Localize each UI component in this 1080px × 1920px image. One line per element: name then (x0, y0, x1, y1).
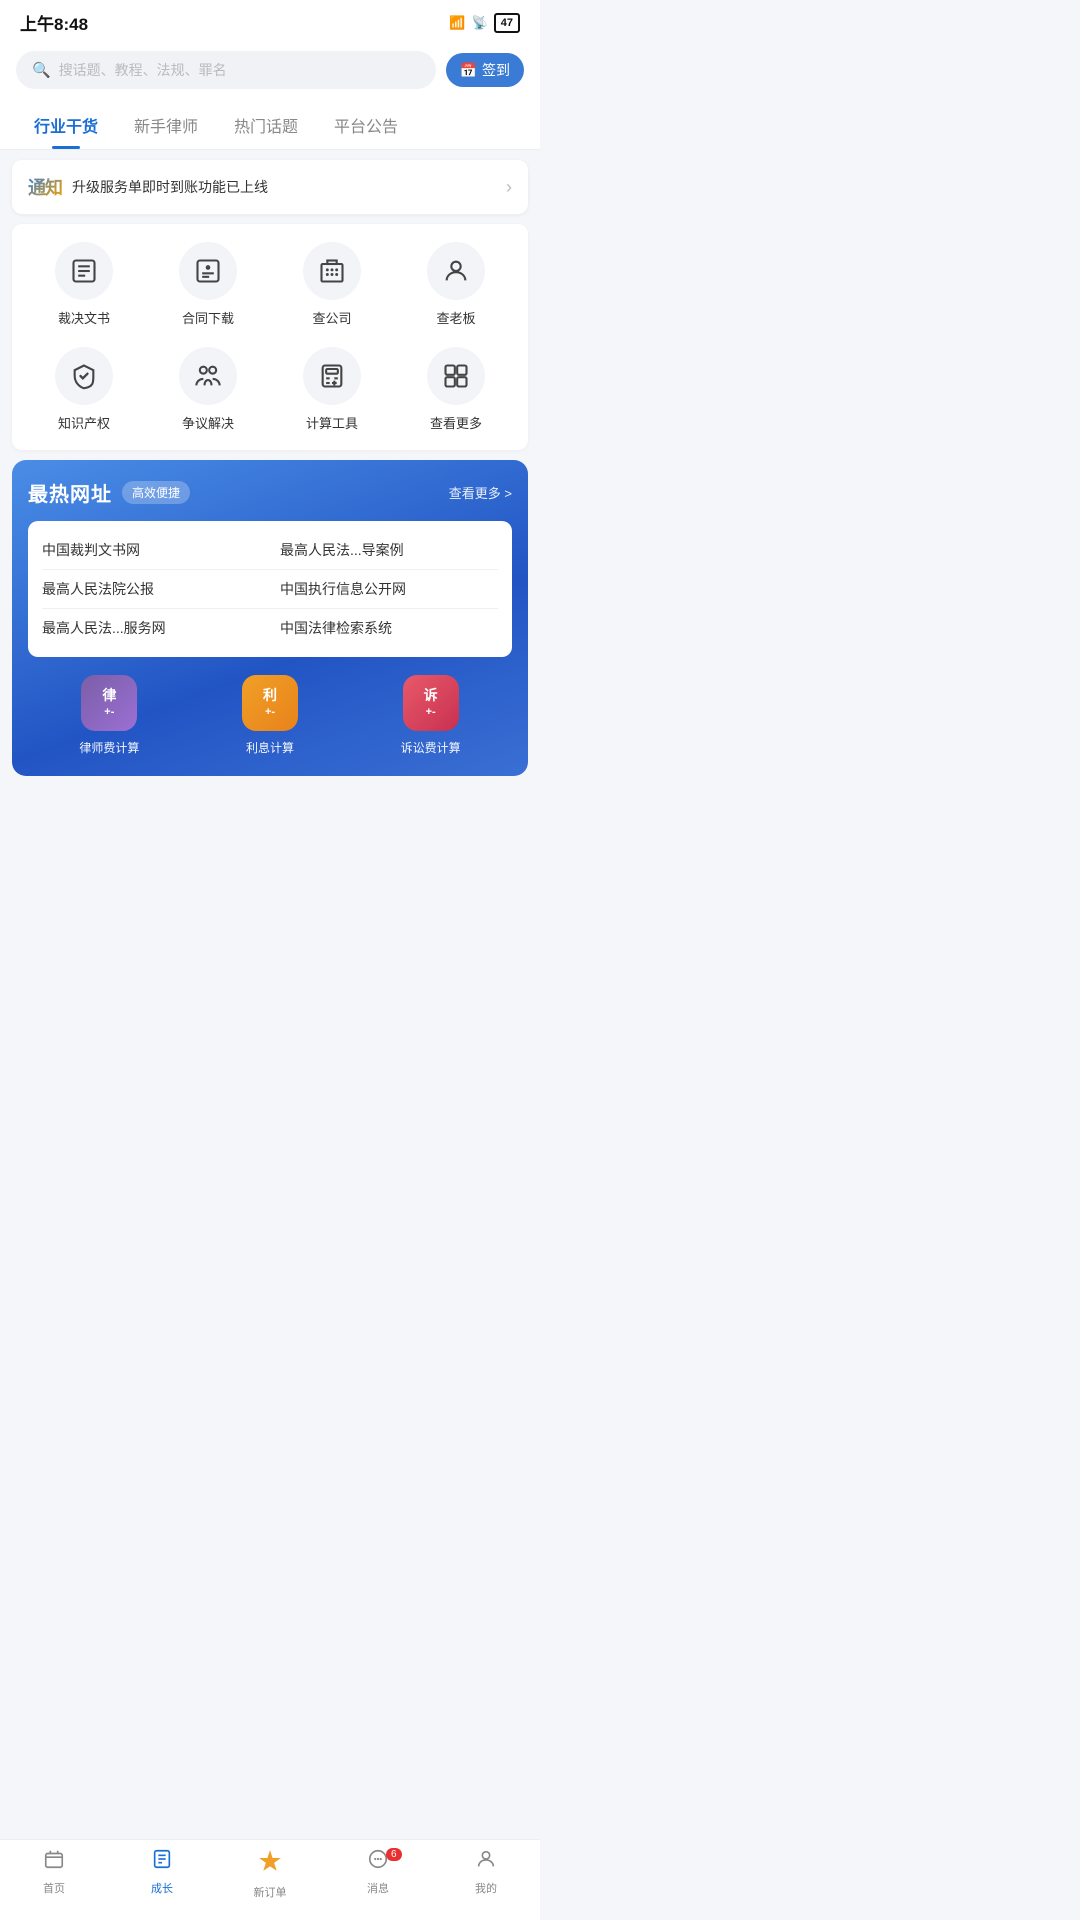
search-area: 🔍 搜话题、教程、法规、罪名 📅 签到 (0, 41, 540, 101)
growth-icon (151, 1848, 173, 1876)
litigation-icon: 诉+- (403, 675, 459, 731)
nav-neworder[interactable]: 新订单 (216, 1848, 324, 1900)
nav-message[interactable]: 6 消息 (324, 1848, 432, 1900)
battery-indicator: 47 (494, 13, 520, 33)
hot-more-link[interactable]: 查看更多 > (449, 483, 512, 502)
litigation-label: 诉讼费计算 (401, 739, 461, 756)
hot-link-law-search[interactable]: 中国法律检索系统 (260, 618, 498, 638)
grid-item-company[interactable]: 查公司 (270, 242, 394, 327)
hot-badge: 高效便捷 (122, 481, 190, 504)
neworder-label: 新订单 (254, 1884, 287, 1900)
company-label: 查公司 (312, 308, 351, 327)
calculator-icon (303, 347, 361, 405)
ipr-label: 知识产权 (58, 413, 110, 432)
neworder-icon (257, 1848, 283, 1880)
boss-icon (427, 242, 485, 300)
calc-lawyer-fee[interactable]: 律+- 律师费计算 (79, 675, 139, 756)
grid-item-dispute[interactable]: 争议解决 (146, 347, 270, 432)
contract-label: 合同下载 (182, 308, 234, 327)
wifi-icon: 📡 (472, 15, 488, 31)
status-time: 上午8:48 (20, 10, 88, 35)
tab-hot-topics[interactable]: 热门话题 (216, 101, 316, 149)
signal-icon: 📶 (449, 15, 465, 31)
calculator-label: 计算工具 (306, 413, 358, 432)
notice-banner[interactable]: 通知 升级服务单即时到账功能已上线 › (12, 160, 528, 214)
lawyer-fee-icon: 律+- (81, 675, 137, 731)
tabs-area: 行业干货 新手律师 热门话题 平台公告 (0, 101, 540, 150)
hot-link-service-net[interactable]: 最高人民法...服务网 (42, 618, 260, 638)
lawyer-fee-label: 律师费计算 (79, 739, 139, 756)
search-icon: 🔍 (32, 61, 51, 79)
hot-link-row-1: 最高人民法院公报 中国执行信息公开网 (42, 570, 498, 609)
hot-title: 最热网址 (28, 478, 112, 507)
hot-header: 最热网址 高效便捷 查看更多 > (28, 478, 512, 507)
hot-link-row-0: 中国裁判文书网 最高人民法...导案例 (42, 531, 498, 570)
grid-item-verdict[interactable]: 裁决文书 (22, 242, 146, 327)
company-icon (303, 242, 361, 300)
calc-litigation[interactable]: 诉+- 诉讼费计算 (401, 675, 461, 756)
checkin-icon: 📅 (460, 62, 477, 79)
grid-item-boss[interactable]: 查老板 (394, 242, 518, 327)
hot-link-row-2: 最高人民法...服务网 中国法律检索系统 (42, 609, 498, 647)
hot-link-supreme-case[interactable]: 最高人民法...导案例 (260, 540, 498, 560)
status-icons: 📶 📡 47 (449, 13, 520, 33)
grid-item-calculator[interactable]: 计算工具 (270, 347, 394, 432)
grid-item-ipr[interactable]: 知识产权 (22, 347, 146, 432)
tab-industry[interactable]: 行业干货 (16, 101, 116, 149)
function-grid: 裁决文书 合同下载 (12, 224, 528, 450)
checkin-label: 签到 (482, 60, 510, 80)
ipr-icon (55, 347, 113, 405)
notice-text: 升级服务单即时到账功能已上线 (72, 177, 496, 197)
nav-growth[interactable]: 成长 (108, 1848, 216, 1900)
home-icon (43, 1848, 65, 1876)
bottom-nav: 首页 成长 新订单 6 消 (0, 1839, 540, 1920)
calculators-row: 律+- 律师费计算 利+- 利息计算 诉+- 诉讼费计算 (28, 671, 512, 760)
mine-label: 我的 (475, 1880, 497, 1896)
growth-label: 成长 (151, 1880, 173, 1896)
hot-link-verdict[interactable]: 中国裁判文书网 (42, 540, 260, 560)
message-label: 消息 (367, 1880, 389, 1896)
interest-icon: 利+- (242, 675, 298, 731)
interest-label: 利息计算 (246, 739, 294, 756)
contract-icon (179, 242, 237, 300)
boss-label: 查老板 (436, 308, 475, 327)
grid-item-contract[interactable]: 合同下载 (146, 242, 270, 327)
nav-mine[interactable]: 我的 (432, 1848, 540, 1900)
notice-arrow: › (506, 177, 512, 198)
mine-icon (475, 1848, 497, 1876)
calc-interest[interactable]: 利+- 利息计算 (242, 675, 298, 756)
grid-item-more[interactable]: 查看更多 (394, 347, 518, 432)
hot-link-execute-info[interactable]: 中国执行信息公开网 (260, 579, 498, 599)
more-label: 查看更多 (430, 413, 482, 432)
dispute-icon (179, 347, 237, 405)
tab-announcement[interactable]: 平台公告 (316, 101, 416, 149)
verdict-icon (55, 242, 113, 300)
more-icon (427, 347, 485, 405)
home-label: 首页 (43, 1880, 65, 1896)
verdict-label: 裁决文书 (58, 308, 110, 327)
message-badge: 6 (386, 1848, 402, 1861)
hot-links-card: 中国裁判文书网 最高人民法...导案例 最高人民法院公报 中国执行信息公开网 最… (28, 521, 512, 657)
search-input-wrap[interactable]: 🔍 搜话题、教程、法规、罪名 (16, 51, 436, 89)
nav-home[interactable]: 首页 (0, 1848, 108, 1900)
dispute-label: 争议解决 (182, 413, 234, 432)
checkin-button[interactable]: 📅 签到 (446, 53, 524, 87)
hot-link-court-gazette[interactable]: 最高人民法院公报 (42, 579, 260, 599)
search-placeholder: 搜话题、教程、法规、罪名 (59, 60, 227, 80)
status-bar: 上午8:48 📶 📡 47 (0, 0, 540, 41)
hot-section: 最热网址 高效便捷 查看更多 > 中国裁判文书网 最高人民法...导案例 最高人… (12, 460, 528, 776)
tab-newlawyer[interactable]: 新手律师 (116, 101, 216, 149)
notice-logo: 通知 (28, 174, 62, 200)
